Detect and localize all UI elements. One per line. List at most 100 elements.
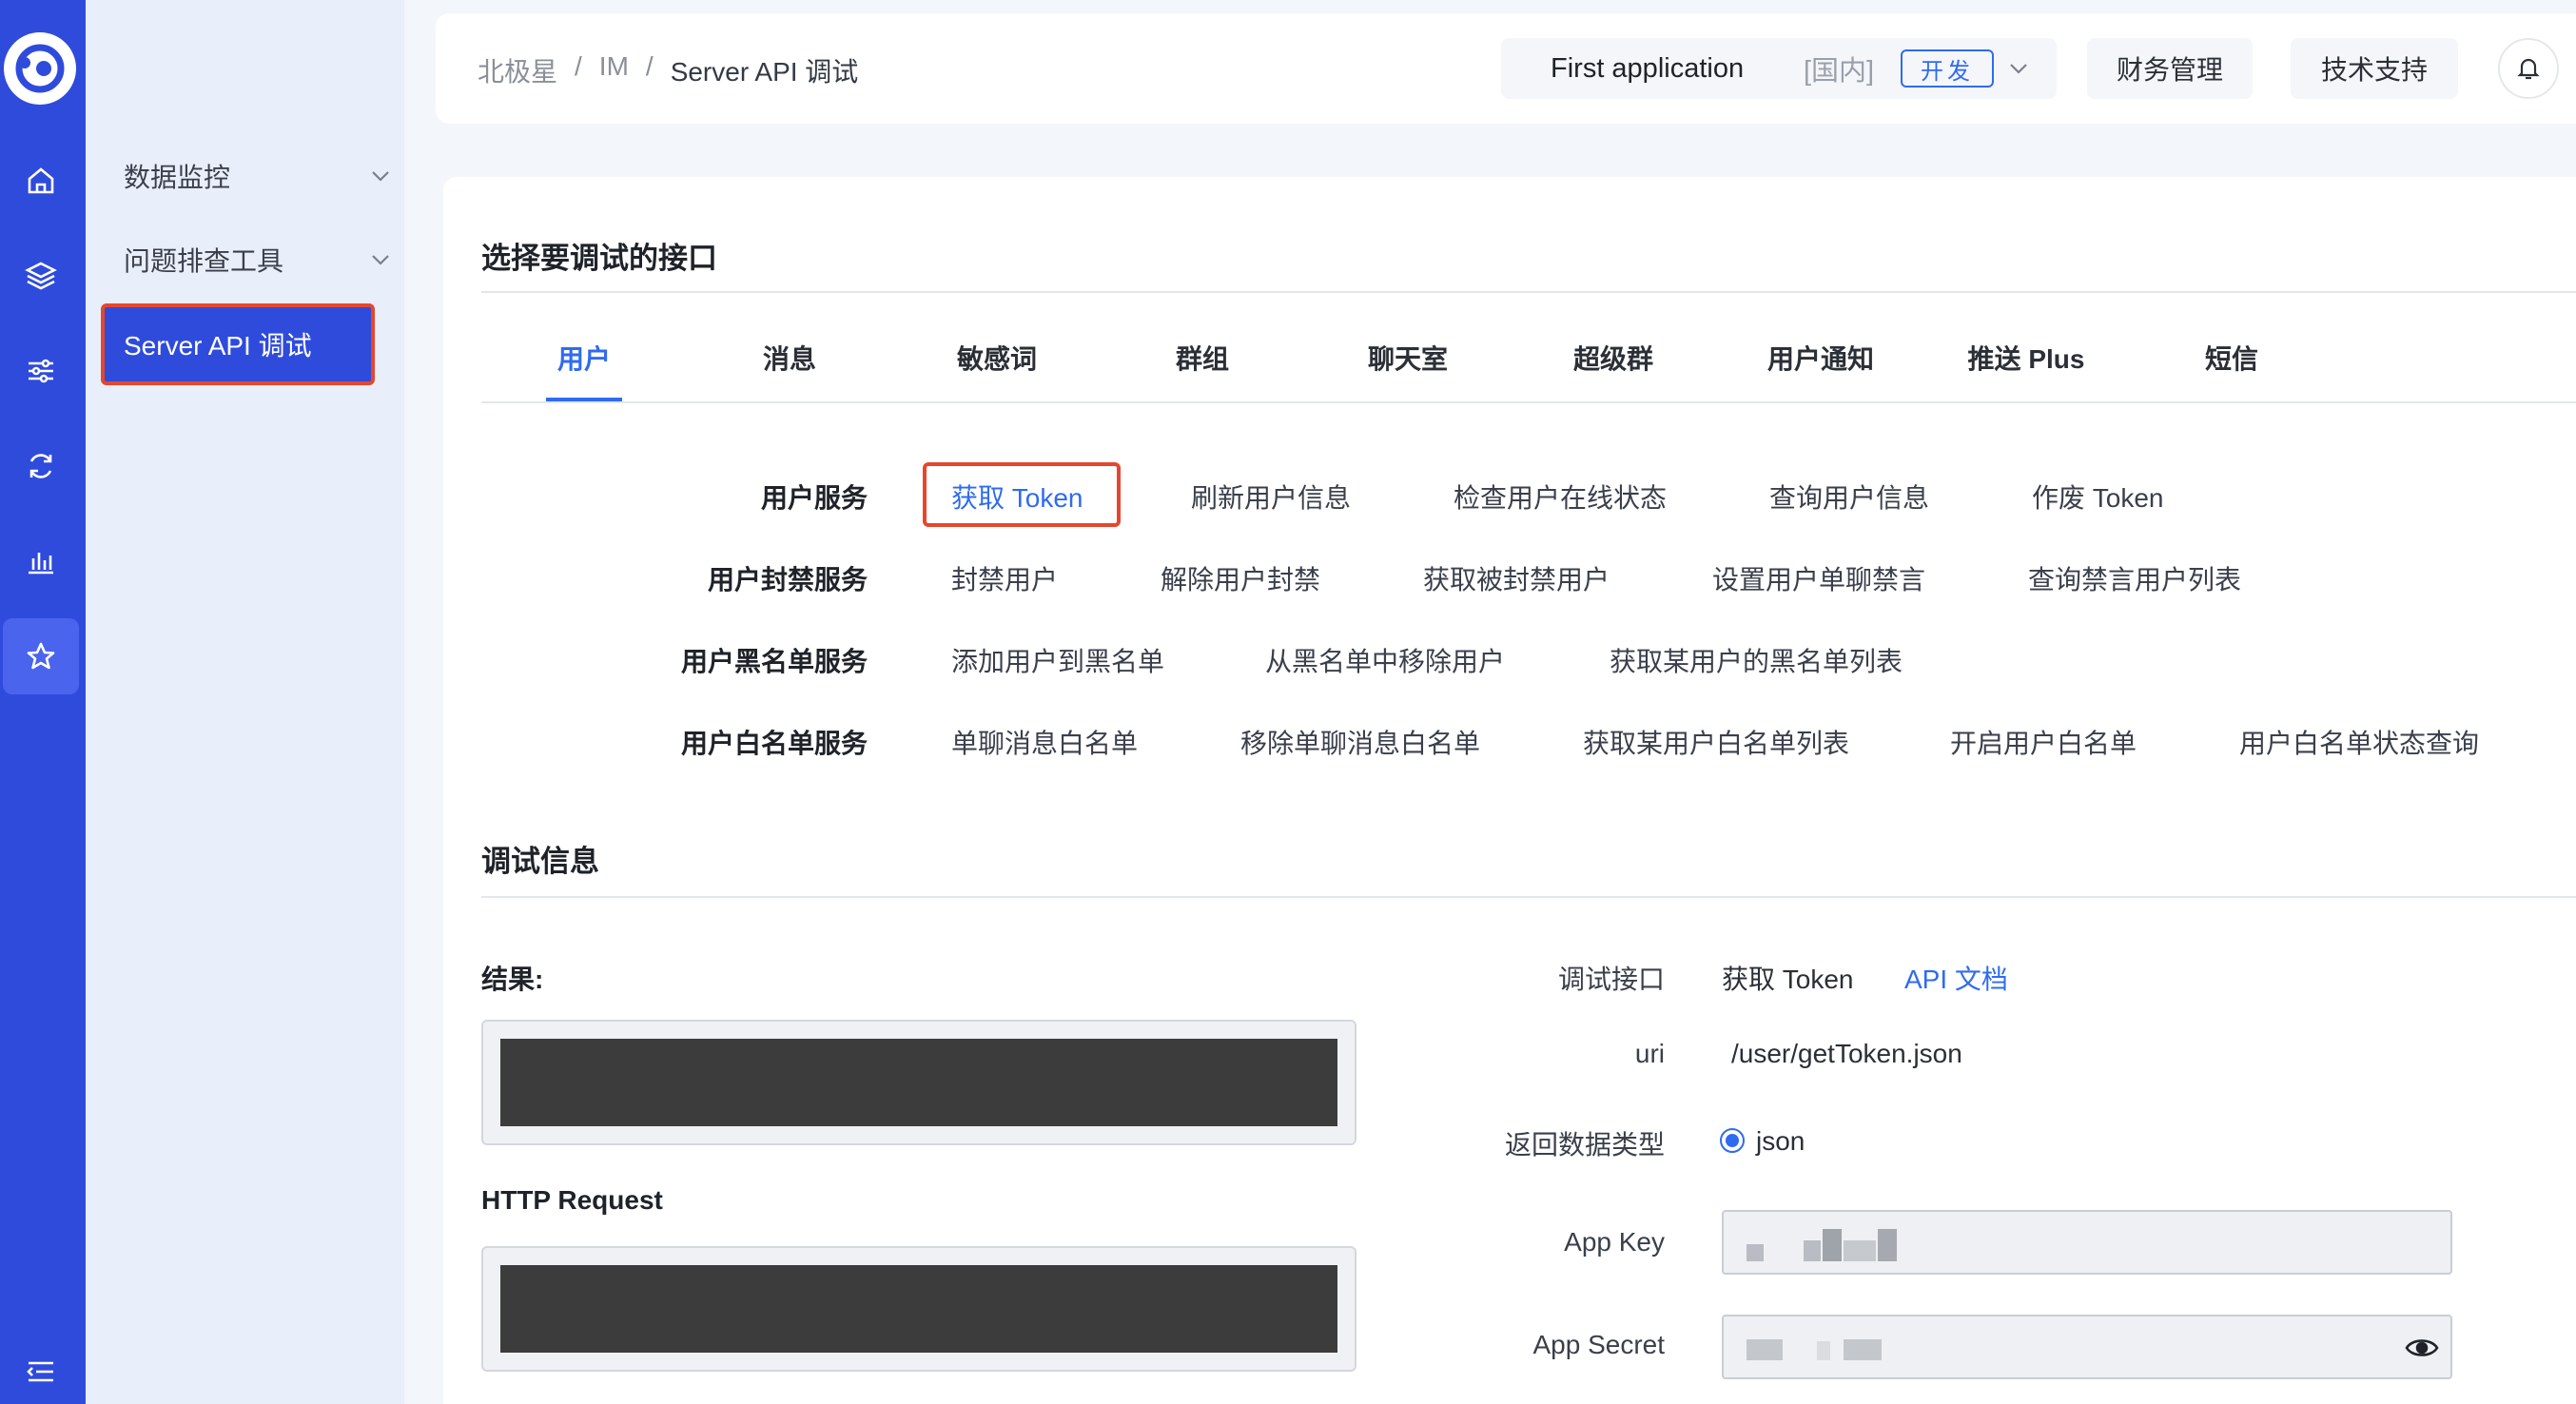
icon-rail bbox=[0, 0, 86, 1404]
api-get-banned-users[interactable]: 获取被封禁用户 bbox=[1423, 559, 1610, 597]
redacted-pixel bbox=[1747, 1339, 1783, 1360]
api-query-muted-users[interactable]: 查询禁言用户列表 bbox=[2028, 559, 2241, 597]
app-name: First application bbox=[1551, 52, 1745, 84]
api-add-to-blacklist[interactable]: 添加用户到黑名单 bbox=[951, 641, 1164, 679]
breadcrumb-current: Server API 调试 bbox=[670, 57, 859, 87]
api-remove-private-whitelist[interactable]: 移除单聊消息白名单 bbox=[1240, 723, 1480, 761]
api-enable-whitelist[interactable]: 开启用户白名单 bbox=[1950, 723, 2137, 761]
tabs-divider bbox=[481, 401, 2576, 403]
bar-chart-icon bbox=[29, 553, 53, 575]
rail-item-layers[interactable] bbox=[3, 238, 79, 314]
notification-button[interactable] bbox=[2498, 38, 2559, 99]
breadcrumb-item[interactable]: 北极星 bbox=[478, 51, 557, 89]
interface-label: 调试接口 bbox=[1557, 965, 1665, 994]
subnav-item-label: 数据监控 bbox=[124, 163, 231, 192]
app-key-input[interactable] bbox=[1722, 1210, 2452, 1275]
redacted-pixel bbox=[1878, 1229, 1897, 1261]
rail-item-home[interactable] bbox=[3, 143, 79, 219]
rail-item-favorites[interactable] bbox=[3, 618, 79, 694]
chevron-down-icon bbox=[372, 171, 389, 182]
api-get-token[interactable]: 获取 Token bbox=[951, 478, 1083, 516]
row-label-user-blacklist-service: 用户黑名单服务 bbox=[680, 647, 868, 676]
eye-icon[interactable] bbox=[2405, 1336, 2439, 1360]
main-card: 选择要调试的接口 用户 消息 敏感词 群组 聊天室 超级群 用户通知 推送 Pl… bbox=[443, 177, 2576, 1404]
breadcrumb-separator: / bbox=[575, 51, 582, 81]
api-refresh-user-info[interactable]: 刷新用户信息 bbox=[1191, 478, 1351, 516]
subnav-active-label: Server API 调试 bbox=[124, 331, 312, 361]
tab-message[interactable]: 消息 bbox=[763, 339, 816, 377]
redacted-pixel bbox=[1844, 1240, 1876, 1261]
layers-icon bbox=[25, 262, 57, 290]
tab-sensitive-words[interactable]: 敏感词 bbox=[957, 339, 1037, 377]
top-header: 北极星 / IM / Server API 调试 First applicati… bbox=[436, 13, 2576, 124]
bell-icon bbox=[2517, 58, 2540, 80]
api-whitelist-status-query[interactable]: 用户白名单状态查询 bbox=[2239, 723, 2479, 761]
env-badge: 开发 bbox=[1901, 49, 1994, 88]
refresh-icon bbox=[29, 454, 52, 478]
logo[interactable] bbox=[4, 32, 76, 105]
row-label-user-whitelist-service: 用户白名单服务 bbox=[680, 729, 868, 758]
chevron-down-icon bbox=[2010, 64, 2027, 74]
interface-value: 获取 Token bbox=[1722, 965, 1854, 994]
breadcrumb-item[interactable]: IM bbox=[599, 51, 629, 89]
finance-button[interactable]: 财务管理 bbox=[2087, 38, 2253, 99]
rail-item-settings[interactable] bbox=[3, 333, 79, 409]
app-secret-input[interactable] bbox=[1722, 1315, 2452, 1379]
api-check-online-status[interactable]: 检查用户在线状态 bbox=[1454, 478, 1667, 516]
chevron-down-icon bbox=[372, 255, 389, 265]
redacted-pixel bbox=[1804, 1240, 1821, 1261]
rail-item-refresh[interactable] bbox=[3, 428, 79, 504]
debug-info-title: 调试信息 bbox=[481, 845, 599, 878]
collapse-menu-button[interactable] bbox=[3, 1343, 79, 1400]
json-radio[interactable] bbox=[1720, 1128, 1745, 1153]
subnav-item-troubleshooting[interactable]: 问题排查工具 bbox=[124, 231, 447, 288]
section-divider bbox=[481, 896, 2576, 898]
tab-user-notification[interactable]: 用户通知 bbox=[1767, 339, 1874, 377]
uri-value: /user/getToken.json bbox=[1731, 1039, 1962, 1068]
breadcrumb-separator: / bbox=[645, 51, 654, 81]
api-doc-link[interactable]: API 文档 bbox=[1904, 959, 2008, 997]
app-key-label: App Key bbox=[1564, 1227, 1665, 1257]
redacted-pixel bbox=[1823, 1229, 1842, 1261]
api-revoke-token[interactable]: 作废 Token bbox=[2032, 478, 2164, 516]
rail-item-stats[interactable] bbox=[3, 523, 79, 599]
redacted-pixel bbox=[1747, 1244, 1764, 1261]
api-set-user-mute[interactable]: 设置用户单聊禁言 bbox=[1712, 559, 1925, 597]
subnav-item-label: 问题排查工具 bbox=[124, 246, 284, 276]
tab-user[interactable]: 用户 bbox=[557, 339, 611, 377]
tab-group[interactable]: 群组 bbox=[1176, 339, 1229, 377]
app-root: 数据监控 问题排查工具 Server API 调试 北极星 / IM / Ser… bbox=[0, 0, 2576, 1404]
logo-icon bbox=[15, 44, 65, 93]
redacted-pixel bbox=[1844, 1339, 1882, 1360]
star-icon bbox=[27, 642, 55, 670]
api-ban-user[interactable]: 封禁用户 bbox=[951, 559, 1058, 597]
redacted-pixel bbox=[1817, 1341, 1830, 1360]
secondary-nav: 数据监控 问题排查工具 Server API 调试 bbox=[86, 0, 404, 1404]
select-interface-title: 选择要调试的接口 bbox=[481, 242, 717, 275]
application-selector[interactable]: First application [国内] 开发 bbox=[1501, 38, 2057, 99]
api-get-whitelist[interactable]: 获取某用户白名单列表 bbox=[1583, 723, 1849, 761]
subnav-item-monitoring[interactable]: 数据监控 bbox=[124, 147, 447, 205]
api-query-user-info[interactable]: 查询用户信息 bbox=[1769, 478, 1929, 516]
subnav-item-server-api-debug[interactable]: Server API 调试 bbox=[101, 303, 375, 385]
api-private-message-whitelist[interactable]: 单聊消息白名单 bbox=[951, 723, 1138, 761]
tab-ultra-group[interactable]: 超级群 bbox=[1573, 339, 1653, 377]
api-unban-user[interactable]: 解除用户封禁 bbox=[1161, 559, 1320, 597]
sliders-icon bbox=[29, 359, 53, 383]
app-region: [国内] bbox=[1804, 56, 1875, 87]
breadcrumb: 北极星 / IM / Server API 调试 bbox=[478, 51, 858, 89]
row-label-user-service: 用户服务 bbox=[760, 483, 868, 513]
uri-label: uri bbox=[1634, 1039, 1665, 1068]
tab-push-plus[interactable]: 推送 Plus bbox=[1968, 339, 2085, 377]
support-button[interactable]: 技术支持 bbox=[2291, 38, 2458, 99]
home-icon bbox=[28, 167, 54, 194]
section-divider bbox=[481, 291, 2576, 293]
menu-collapse-icon bbox=[27, 1361, 53, 1382]
tab-chatroom[interactable]: 聊天室 bbox=[1368, 339, 1448, 377]
api-remove-from-blacklist[interactable]: 从黑名单中移除用户 bbox=[1265, 641, 1505, 679]
row-label-user-ban-service: 用户封禁服务 bbox=[707, 565, 868, 595]
api-get-blacklist[interactable]: 获取某用户的黑名单列表 bbox=[1610, 641, 1903, 679]
http-request-label: HTTP Request bbox=[481, 1185, 663, 1215]
tab-sms[interactable]: 短信 bbox=[2205, 339, 2258, 377]
return-type-label: 返回数据类型 bbox=[1504, 1130, 1665, 1160]
